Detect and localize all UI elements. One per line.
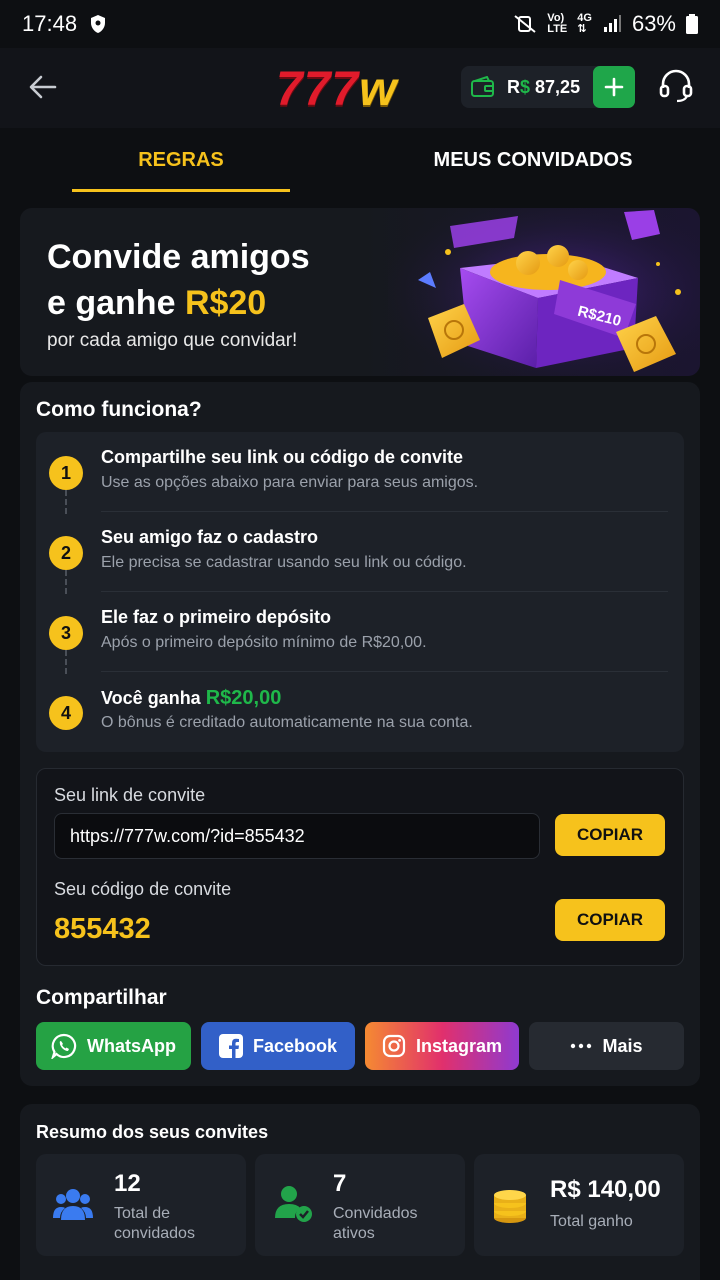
banner-subtitle: por cada amigo que convidar! xyxy=(47,330,298,351)
more-dots-icon xyxy=(571,1043,592,1049)
user-check-icon xyxy=(275,1186,312,1222)
instagram-icon xyxy=(382,1034,406,1058)
invite-summary-section: Resumo dos seus convites 12 Total de conv… xyxy=(20,1104,700,1280)
stat-total-earned: R$ 140,00 Total ganho xyxy=(474,1154,684,1256)
wallet-balance[interactable]: R$ 87,25 xyxy=(461,66,635,108)
banner-headline: Convide amigos e ganhe R$20 xyxy=(47,238,310,322)
step-number: 2 xyxy=(49,536,83,570)
how-it-works-title: Como funciona? xyxy=(36,398,202,421)
summary-title: Resumo dos seus convites xyxy=(36,1122,269,1142)
app-header: 777w R$ 87,25 xyxy=(0,48,720,128)
plus-icon xyxy=(604,77,624,97)
stat-value: 7 xyxy=(333,1170,347,1197)
stat-total-invited: 12 Total de convidados xyxy=(36,1154,246,1256)
whatsapp-icon xyxy=(51,1033,77,1059)
share-instagram-button[interactable]: Instagram xyxy=(365,1022,519,1070)
share-more-button[interactable]: Mais xyxy=(529,1022,684,1070)
deposit-plus-button[interactable] xyxy=(593,66,635,108)
battery-icon xyxy=(686,14,698,34)
balance-amount: R$ 87,25 xyxy=(507,76,581,97)
share-title: Compartilhar xyxy=(36,986,167,1009)
status-bar: 17:48 Vo) LTE 4G ⇅ 63% xyxy=(0,0,720,48)
share-facebook-button[interactable]: Facebook xyxy=(201,1022,355,1070)
banner-reward-amount: R$20 xyxy=(184,284,267,322)
invite-link-field[interactable]: https://777w.com/?id=855432 xyxy=(54,813,540,859)
wallet-icon xyxy=(471,76,494,97)
headset-support-icon[interactable] xyxy=(658,68,694,104)
tab-meus-convidados[interactable]: MEUS CONVIDADOS xyxy=(400,128,666,192)
users-group-icon xyxy=(53,1189,93,1220)
facebook-icon xyxy=(218,1034,243,1058)
step-title: Você ganha R$20,00 xyxy=(101,687,282,709)
step-description: Ele precisa se cadastrar usando seu link… xyxy=(101,554,467,571)
step-description: Use as opções abaixo para enviar para se… xyxy=(101,474,479,491)
stat-value: R$ 140,00 xyxy=(550,1176,661,1203)
invite-link-label: Seu link de convite xyxy=(54,785,206,805)
volte-icon: Vo) LTE xyxy=(547,12,568,35)
stat-active-invited: 7 Convidados ativos xyxy=(255,1154,465,1256)
mute-vibrate-icon xyxy=(514,15,536,33)
stat-value: 12 xyxy=(114,1170,141,1197)
step-description: O bônus é creditado automaticamente na s… xyxy=(101,714,473,731)
how-it-works-section: Como funciona? 1 Compartilhe seu link ou… xyxy=(20,382,700,1086)
network-4g-icon: 4G ⇅ xyxy=(577,12,592,35)
step-item: 4 Você ganha R$20,00 O bônus é creditado… xyxy=(36,672,684,752)
step-title: Compartilhe seu link ou código de convit… xyxy=(101,447,464,467)
stat-label: Total de convidados xyxy=(114,1205,195,1242)
brand-logo[interactable]: 777w xyxy=(276,62,397,117)
signal-icon xyxy=(603,15,621,32)
step-item: 2 Seu amigo faz o cadastro Ele precisa s… xyxy=(36,512,684,592)
step-description: Após o primeiro depósito mínimo de R$20,… xyxy=(101,634,427,651)
steps-list: 1 Compartilhe seu link ou código de conv… xyxy=(36,432,684,752)
step-item: 1 Compartilhe seu link ou código de conv… xyxy=(36,432,684,512)
shield-icon xyxy=(91,15,106,33)
invite-box: Seu link de convite https://777w.com/?id… xyxy=(36,768,684,966)
copy-link-button[interactable]: COPIAR xyxy=(555,814,665,856)
coin-stack-icon xyxy=(494,1190,526,1223)
copy-code-button[interactable]: COPIAR xyxy=(555,899,665,941)
logo-digits: 777 xyxy=(276,63,360,116)
step-title: Seu amigo faz o cadastro xyxy=(101,527,319,547)
status-time: 17:48 xyxy=(22,11,78,36)
share-whatsapp-button[interactable]: WhatsApp xyxy=(36,1022,191,1070)
step-number: 1 xyxy=(49,456,83,490)
step-number: 3 xyxy=(49,616,83,650)
step-title: Ele faz o primeiro depósito xyxy=(101,607,332,627)
back-arrow-icon[interactable] xyxy=(28,72,58,102)
stat-label: Total ganho xyxy=(550,1213,633,1230)
step-reward-amount: R$20,00 xyxy=(205,687,282,709)
logo-letter: w xyxy=(359,63,398,116)
tab-regras[interactable]: REGRAS xyxy=(72,128,290,192)
invite-banner: Convide amigos e ganhe R$20 por cada ami… xyxy=(20,208,700,376)
stat-label: Convidados ativos xyxy=(333,1205,418,1242)
battery-percent: 63% xyxy=(631,11,676,36)
tab-bar: REGRAS MEUS CONVIDADOS xyxy=(0,128,720,192)
invite-code-label: Seu código de convite xyxy=(54,879,232,899)
invite-code-value: 855432 xyxy=(54,913,151,945)
gift-box-illustration: R$210 xyxy=(388,208,700,376)
step-item: 3 Ele faz o primeiro depósito Após o pri… xyxy=(36,592,684,672)
step-number: 4 xyxy=(49,696,83,730)
